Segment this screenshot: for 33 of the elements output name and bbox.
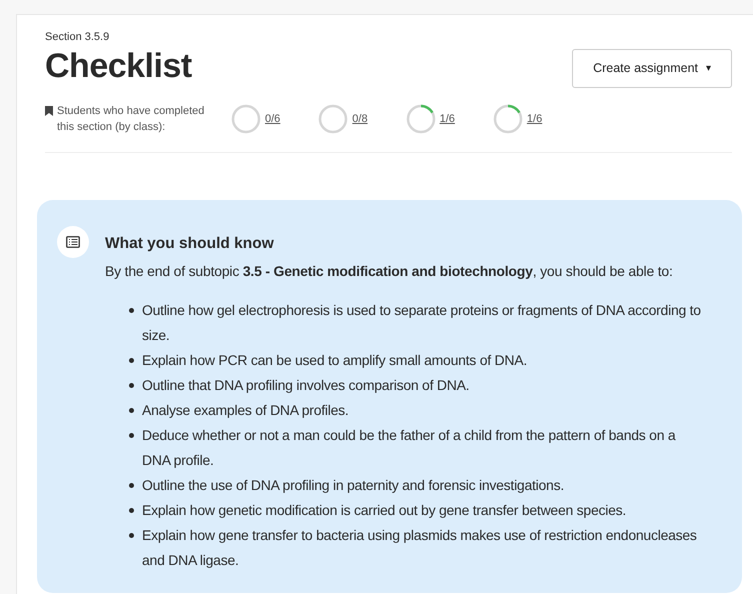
progress-ring bbox=[231, 104, 261, 134]
caret-icon: ▾ bbox=[706, 60, 711, 76]
bullet-icon bbox=[129, 482, 134, 488]
class-progress-link[interactable]: 0/6 bbox=[265, 110, 280, 127]
bullet-icon bbox=[129, 382, 134, 388]
list-item-text: Explain how genetic modification is carried out by gene transfer between species. bbox=[142, 500, 626, 520]
list-item-text: Outline the use of DNA profiling in paternity and forensic investigations. bbox=[142, 476, 564, 495]
class-progress-link[interactable]: 0/8 bbox=[352, 110, 368, 127]
intro-paragraph: By the end of subtopic 3.5 - Genetic modification and biotechnology, you should be able to: bbox=[105, 262, 674, 281]
bullet-icon bbox=[129, 508, 134, 513]
section-label: Section 3.5.9 bbox=[45, 30, 110, 45]
list-item-text: Outline how gel electrophoresis is used to separate proteins or fragments of DNA according to size. bbox=[142, 300, 702, 345]
bullet-icon bbox=[129, 408, 134, 413]
list-icon bbox=[66, 236, 80, 248]
callout-heading: What you should know bbox=[105, 234, 275, 254]
list-item-text: Analyse examples of DNA profiles. bbox=[142, 400, 349, 420]
progress-ring bbox=[492, 104, 523, 134]
progress-ring bbox=[406, 104, 436, 134]
class-progress-link[interactable]: 1/6 bbox=[526, 110, 542, 127]
bullet-icon bbox=[129, 308, 134, 313]
bullet-icon bbox=[129, 532, 134, 538]
page-title: Checklist bbox=[45, 48, 192, 85]
bullet-icon bbox=[129, 432, 134, 438]
create-assignment-button[interactable]: Create assignment ▾ bbox=[572, 49, 732, 88]
class-progress-link[interactable]: 1/6 bbox=[440, 110, 455, 127]
list-item-text: Outline that DNA profiling involves comparison of DNA. bbox=[142, 376, 470, 395]
bookmark-icon bbox=[45, 106, 53, 116]
list-item-text: Explain how gene transfer to bacteria using plasmids makes use of restriction endonucleases and DNA ligase. bbox=[142, 526, 698, 570]
bullet-icon bbox=[129, 358, 134, 363]
list-item-text: Deduce whether or not a man could be the father of a child from the pattern of bands on a DNA profile. bbox=[142, 426, 677, 470]
completion-label: Students who have completed this section (by class): bbox=[57, 104, 206, 135]
progress-ring bbox=[318, 104, 348, 134]
list-item-text: Explain how PCR can be used to amplify small amounts of DNA. bbox=[142, 350, 527, 370]
